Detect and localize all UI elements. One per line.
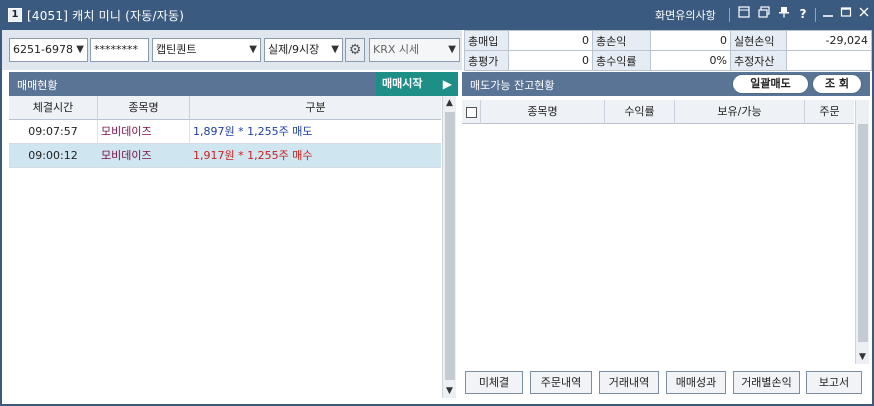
password-value: ********	[94, 43, 138, 56]
strategy-select[interactable]: 캡틴퀀트 ▼	[152, 38, 261, 62]
holdings-grid-header: 종목명 수익률 보유/가능 주문	[462, 100, 854, 124]
trade-stock-name: 모비데이즈	[98, 144, 190, 168]
chevron-down-icon: ▼	[448, 44, 456, 55]
trade-grid-header: 체결시간 종목명 구분	[9, 96, 441, 120]
summary-value: 0	[650, 30, 731, 51]
trade-grid-scrollbar[interactable]: ▲ ▼	[442, 96, 456, 398]
summary-value	[786, 50, 872, 71]
window-number-badge: 1	[8, 8, 22, 22]
trade-history-button[interactable]: 거래내역	[599, 371, 659, 394]
close-icon[interactable]	[856, 6, 872, 22]
restore-icon[interactable]	[736, 6, 752, 22]
gear-icon[interactable]: ⚙	[345, 38, 365, 62]
account-value: 6251-6978	[13, 43, 73, 56]
scroll-thumb[interactable]	[445, 112, 455, 380]
table-row[interactable]: 09:07:57 모비데이즈 1,897원 * 1,255주 매도	[9, 120, 441, 144]
column-header-name[interactable]: 종목명	[98, 96, 190, 120]
maximize-icon[interactable]	[838, 6, 854, 22]
start-trading-button[interactable]: 매매시작 ▶	[376, 72, 458, 96]
summary-label: 총평가	[464, 50, 509, 71]
unfilled-orders-button[interactable]: 미체결	[465, 371, 523, 394]
cascade-icon[interactable]	[756, 6, 772, 22]
summary-value: 0	[508, 50, 593, 71]
summary-value: 0%	[650, 50, 731, 71]
trade-time: 09:07:57	[9, 120, 98, 144]
summary-value: 0	[508, 30, 593, 51]
column-header-order[interactable]: 주문	[805, 100, 854, 124]
mode-value: 실제/9시장	[268, 43, 320, 56]
column-header-type[interactable]: 구분	[190, 96, 441, 120]
summary-value: -29,024	[786, 30, 872, 51]
table-row[interactable]: 09:00:12 모비데이즈 1,917원 * 1,255주 매수	[9, 144, 441, 168]
column-header-time[interactable]: 체결시간	[9, 96, 98, 120]
summary-label: 추정자산	[730, 50, 787, 71]
scroll-thumb[interactable]	[858, 124, 868, 342]
start-trading-label: 매매시작	[382, 77, 423, 90]
trade-detail: 1,897원 * 1,255주 매도	[193, 125, 313, 138]
password-field[interactable]: ********	[90, 38, 149, 62]
scroll-down-icon[interactable]: ▼	[443, 384, 456, 398]
scroll-down-icon[interactable]: ▼	[856, 350, 869, 364]
summary-table: 총매입 0 총손익 0 실현손익 -29,024 총평가 0 총수익률 0% 추…	[464, 30, 872, 71]
scroll-up-icon[interactable]: ▲	[443, 96, 456, 110]
window-title: [4051] 캐치 미니 (자동/자동)	[27, 9, 185, 23]
strategy-value: 캡틴퀀트	[156, 43, 197, 56]
summary-label: 총수익률	[592, 50, 651, 71]
summary-label: 실현손익	[730, 30, 787, 51]
trade-detail: 1,917원 * 1,255주 매수	[193, 149, 313, 162]
report-button[interactable]: 보고서	[806, 371, 862, 394]
trade-stock-name: 모비데이즈	[98, 120, 190, 144]
summary-row: 총매입 0 총손익 0 실현손익 -29,024	[464, 30, 872, 51]
titlebar-separator	[815, 8, 816, 22]
chevron-down-icon: ▼	[331, 44, 339, 55]
trade-time: 09:00:12	[9, 144, 98, 168]
market-select[interactable]: KRX 시세 ▼	[369, 38, 460, 62]
trading-performance-button[interactable]: 매매성과	[666, 371, 726, 394]
order-history-button[interactable]: 주문내역	[530, 371, 592, 394]
bulk-sell-button[interactable]: 일괄매도	[732, 74, 809, 94]
column-header-return[interactable]: 수익률	[605, 100, 675, 124]
column-header-holding[interactable]: 보유/가능	[675, 100, 805, 124]
pin-icon[interactable]	[776, 6, 792, 22]
account-select[interactable]: 6251-6978 ▼	[9, 38, 88, 62]
titlebar-separator	[729, 8, 730, 22]
column-header-stock[interactable]: 종목명	[481, 100, 605, 124]
holdings-title: 매도가능 잔고현황	[470, 79, 555, 92]
trade-status-title: 매매현황	[17, 79, 58, 92]
minimize-icon[interactable]	[820, 6, 836, 22]
market-value: KRX 시세	[373, 43, 420, 56]
title-bar: 1 [4051] 캐치 미니 (자동/자동) 화면유의사항 ?	[0, 0, 874, 30]
holdings-grid-scrollbar[interactable]: ▼	[855, 100, 869, 364]
per-trade-pnl-button[interactable]: 거래별손익	[733, 371, 800, 394]
chevron-down-icon: ▼	[76, 44, 84, 55]
select-all-checkbox[interactable]	[462, 100, 481, 124]
mode-select[interactable]: 실제/9시장 ▼	[264, 38, 343, 62]
play-icon: ▶	[442, 77, 452, 91]
summary-label: 총손익	[592, 30, 651, 51]
query-button[interactable]: 조 회	[812, 74, 862, 94]
summary-row: 총평가 0 총수익률 0% 추정자산	[464, 50, 872, 71]
chevron-down-icon: ▼	[249, 44, 257, 55]
help-icon[interactable]: ?	[795, 6, 811, 22]
summary-label: 총매입	[464, 30, 509, 51]
screen-notice-link[interactable]: 화면유의사항	[655, 7, 716, 23]
